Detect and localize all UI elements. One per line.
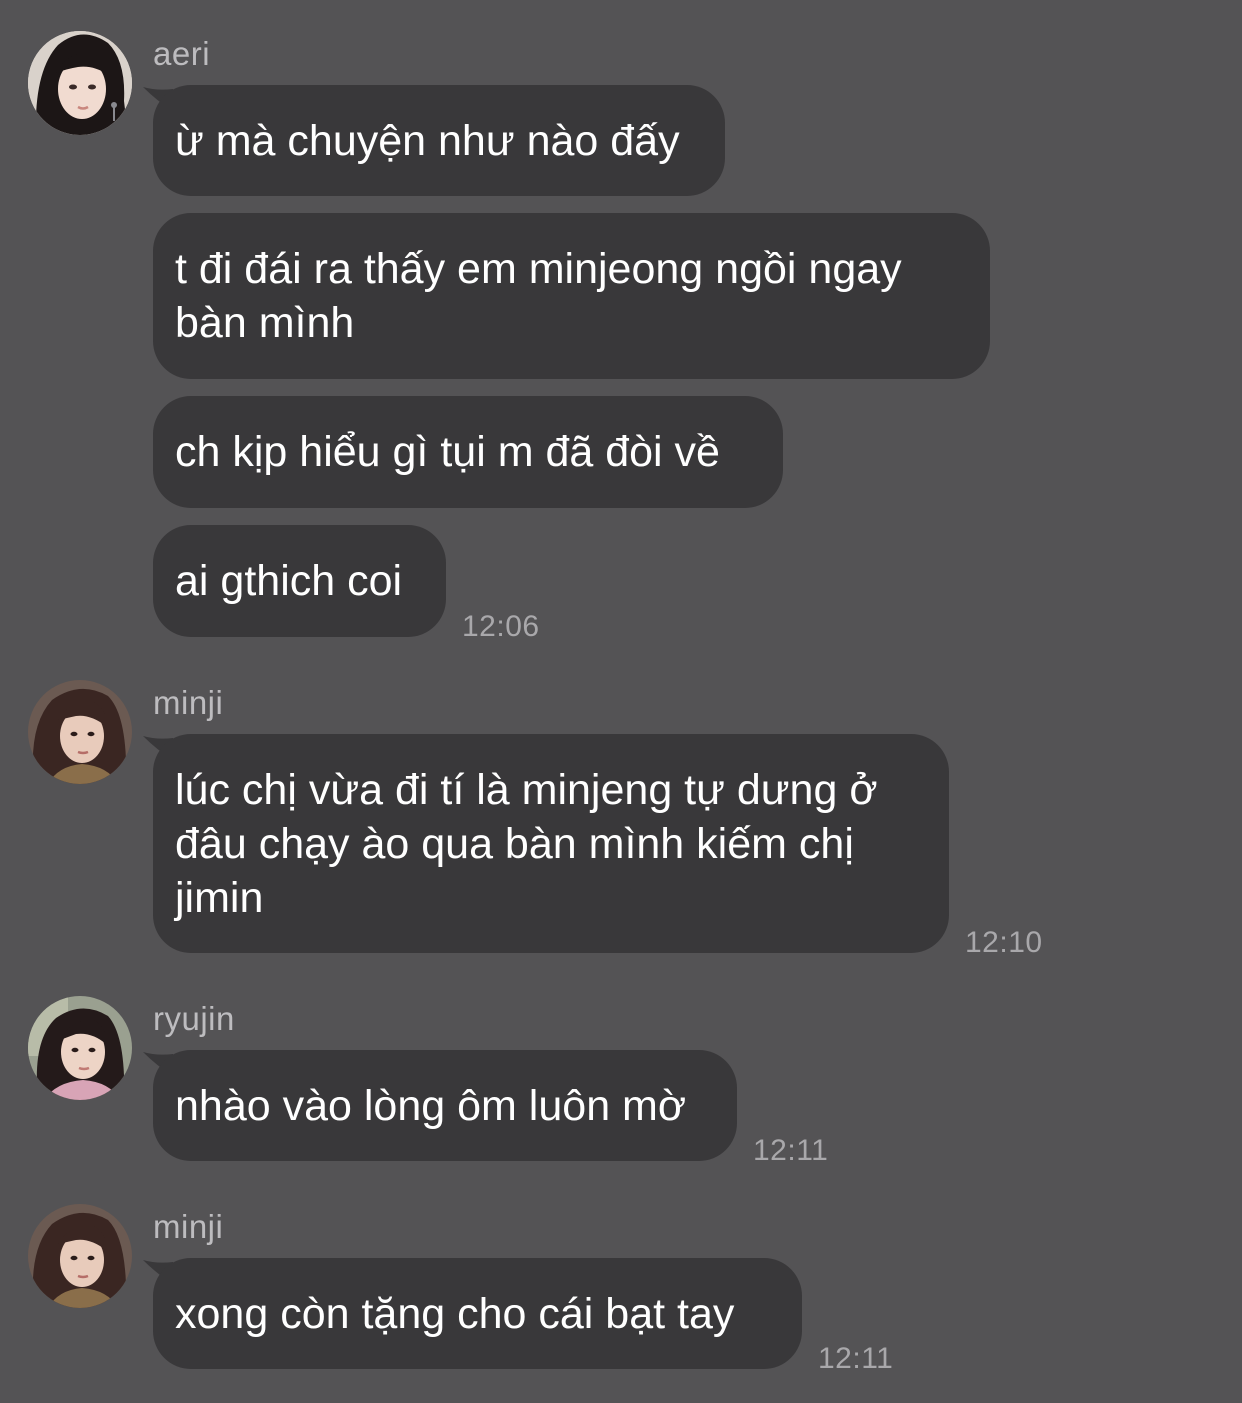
- avatar-minji-icon: [28, 1204, 132, 1308]
- message-text: xong còn tặng cho cái bạt tay: [175, 1289, 735, 1338]
- message-line: t đi đái ra thấy em minjeong ngồi ngay: [175, 245, 902, 293]
- message-timestamp: 12:11: [753, 1134, 829, 1167]
- message-text: lúc chị vừa đi tí là minjeng tự dưng ở đâ…: [175, 763, 927, 925]
- avatar[interactable]: [28, 680, 132, 784]
- avatar[interactable]: [28, 31, 132, 135]
- sender-name: aeri: [153, 35, 211, 72]
- avatar-aeri-icon: [28, 31, 132, 135]
- message-bubble[interactable]: lúc chị vừa đi tí là minjeng tự dưng ở đâ…: [153, 734, 949, 953]
- message-bubble[interactable]: xong còn tặng cho cái bạt tay: [153, 1258, 802, 1369]
- message-line: đâu chạy ào qua bàn mình kiếm chị: [175, 819, 854, 868]
- message-line: jimin: [175, 873, 264, 922]
- message-line: bàn mình: [175, 299, 355, 347]
- message-timestamp: 12:10: [965, 926, 1043, 959]
- avatar-minji-icon: [28, 680, 132, 784]
- avatar[interactable]: [28, 996, 132, 1100]
- message-bubble[interactable]: ai gthich coi: [153, 525, 446, 637]
- message-bubble[interactable]: t đi đái ra thấy em minjeong ngồi ngay bà…: [153, 213, 990, 379]
- sender-name: minji: [153, 684, 224, 721]
- message-text: t đi đái ra thấy em minjeong ngồi ngay bà…: [175, 242, 968, 350]
- avatar[interactable]: [28, 1204, 132, 1308]
- message-bubble[interactable]: ừ mà chuyện như nào đấy: [153, 85, 725, 196]
- sender-name: ryujin: [153, 1000, 235, 1037]
- message-text: ch kịp hiểu gì tụi m đã đòi về: [175, 428, 720, 476]
- message-text: nhào vào lòng ôm luôn mờ: [175, 1081, 687, 1130]
- sender-name: minji: [153, 1208, 224, 1245]
- message-bubble[interactable]: ch kịp hiểu gì tụi m đã đòi về: [153, 396, 783, 508]
- avatar-ryujin-icon: [28, 996, 132, 1100]
- message-text: ừ mà chuyện như nào đấy: [175, 116, 680, 165]
- message-bubble[interactable]: nhào vào lòng ôm luôn mờ: [153, 1050, 737, 1161]
- message-timestamp: 12:06: [462, 610, 540, 643]
- message-timestamp: 12:11: [818, 1342, 894, 1375]
- message-text: ai gthich coi: [175, 557, 403, 605]
- chat-thread[interactable]: aeri ừ mà chuyện như nào đấy t đi đái ra…: [0, 0, 1242, 1403]
- message-line: lúc chị vừa đi tí là minjeng tự dưng ở: [175, 765, 878, 814]
